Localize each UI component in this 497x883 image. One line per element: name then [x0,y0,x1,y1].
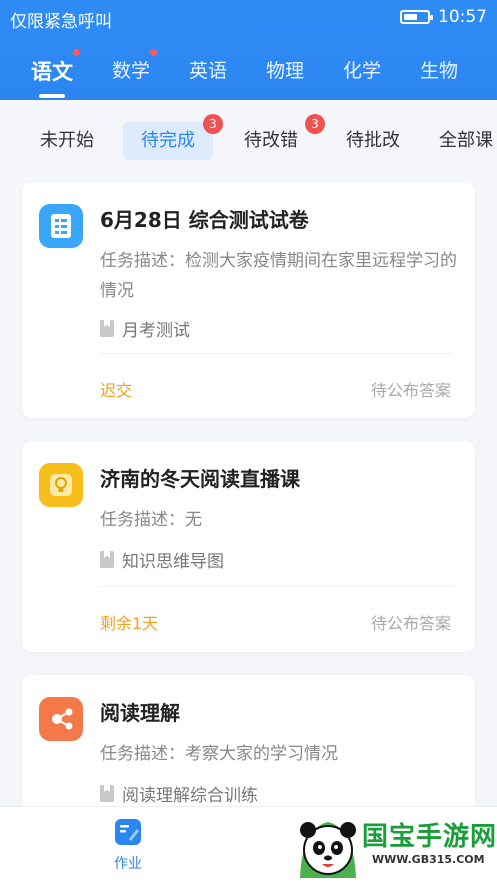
status-right: 10:57 [400,7,487,27]
tab-all-courses[interactable]: 全部课 [439,122,493,160]
bookmark-icon [100,551,114,568]
mind-map-icon [39,697,83,741]
task-tag-label: 知识思维导图 [122,552,224,572]
task-description: 任务描述：检测大家疫情期间在家里远程学习的情况 [100,251,457,301]
task-tag: 知识思维导图 [100,547,224,572]
tab-badge-count: 3 [203,114,223,134]
lightbulb-icon [39,463,83,507]
subject-tab-physics[interactable]: 物理 [266,56,304,83]
task-description: 任务描述：无 [100,510,202,530]
site-watermark: 国宝手游网 WWW.GB315.COM [292,808,497,883]
task-status: 剩余1天 [100,614,159,633]
nav-homework[interactable]: 作业 [104,819,152,873]
tab-to-grade[interactable]: 待批改 [346,122,400,160]
subject-tab-english[interactable]: 英语 [189,56,227,83]
task-title: 6月28日 综合测试试卷 [100,208,309,232]
tab-to-complete[interactable]: 待完成 [123,122,213,160]
nav-homework-label: 作业 [114,856,142,872]
clock-time: 10:57 [438,7,487,27]
battery-icon [400,10,433,24]
active-subject-indicator [39,94,65,98]
card-divider [100,586,453,587]
test-paper-icon [39,204,83,248]
tab-not-started[interactable]: 未开始 [40,122,94,160]
task-tag: 阅读理解综合训练 [100,781,258,806]
tab-to-correct[interactable]: 待改错 [244,122,298,160]
task-description: 任务描述：考察大家的学习情况 [100,744,338,764]
task-tag-label: 月考测试 [122,321,190,341]
watermark-url: WWW.GB315.COM [372,853,485,866]
task-card[interactable]: 6月28日 综合测试试卷 任务描述：检测大家疫情期间在家里远程学习的情况 月考测… [22,182,475,418]
status-filter-tabs: 未开始 待完成 3 待改错 3 待批改 全部课 [0,114,497,164]
task-title: 济南的冬天阅读直播课 [100,467,300,491]
card-divider [100,353,453,354]
watermark-brand: 国宝手游网 [362,822,497,852]
task-tag-label: 阅读理解综合训练 [122,786,258,806]
answer-status: 待公布答案 [370,614,451,633]
status-bar: 仅限紧急呼叫 10:57 [0,0,497,36]
homework-icon [115,819,141,845]
battery-fill [404,14,417,20]
subject-tab-chemistry[interactable]: 化学 [343,56,381,83]
task-card[interactable]: 济南的冬天阅读直播课 任务描述：无 知识思维导图 剩余1天 待公布答案 [22,441,475,652]
subject-tab-chinese[interactable]: 语文 [31,56,73,86]
task-title: 阅读理解 [100,701,180,725]
task-tag: 月考测试 [100,316,190,341]
subject-tabs: 语文 数学 英语 物理 化学 生物 [0,49,497,96]
task-card[interactable]: 阅读理解 任务描述：考察大家的学习情况 阅读理解综合训练 [22,675,475,815]
bookmark-icon [100,785,114,802]
answer-status: 待公布答案 [370,381,451,400]
task-status: 迟交 [100,381,133,400]
subject-tab-biology[interactable]: 生物 [420,56,458,83]
panda-logo-icon [300,822,356,878]
carrier-text: 仅限紧急呼叫 [10,12,112,32]
tab-badge-count: 3 [305,114,325,134]
unread-dot [73,49,80,56]
unread-dot [150,49,157,56]
bookmark-icon [100,320,114,337]
subject-tab-math[interactable]: 数学 [112,56,150,83]
app-header: 仅限紧急呼叫 10:57 语文 数学 英语 物理 化学 生物 [0,0,497,100]
